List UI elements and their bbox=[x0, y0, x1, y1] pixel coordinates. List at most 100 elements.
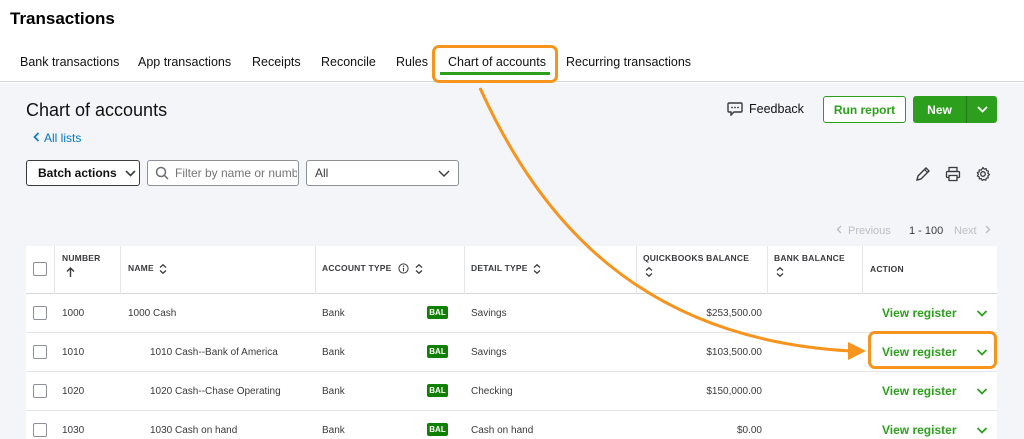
chevron-down-icon[interactable] bbox=[975, 306, 989, 320]
row-checkbox[interactable] bbox=[33, 306, 47, 320]
chevron-left-icon bbox=[33, 131, 40, 145]
chevron-down-icon[interactable] bbox=[975, 423, 989, 437]
table-header: NUMBER NAME ACCOUNT TYPE DETAIL TYPE QUI… bbox=[26, 246, 997, 294]
next-label: Next bbox=[954, 225, 977, 237]
qb-balance: $0.00 bbox=[736, 425, 762, 436]
all-lists-label: All lists bbox=[44, 131, 82, 145]
tab-recurring-transactions[interactable]: Recurring transactions bbox=[566, 55, 691, 69]
qb-balance: $253,500.00 bbox=[706, 308, 762, 319]
header-qb-balance[interactable]: QUICKBOOKS BALANCE bbox=[643, 252, 749, 281]
account-type-filter[interactable]: All bbox=[306, 160, 459, 186]
chevron-down-icon bbox=[125, 169, 136, 177]
account-type: Bank bbox=[322, 386, 345, 397]
new-button-label[interactable]: New bbox=[913, 96, 967, 123]
tab-app-transactions[interactable]: App transactions bbox=[138, 55, 231, 69]
feedback-label: Feedback bbox=[749, 102, 804, 116]
feedback-icon bbox=[727, 102, 743, 116]
sort-icon bbox=[533, 263, 541, 274]
column-divider bbox=[54, 246, 55, 294]
annotation-highlight-view-register bbox=[868, 331, 997, 369]
account-type: Bank bbox=[322, 347, 345, 358]
pagination-range: 1 - 100 bbox=[909, 225, 944, 237]
sort-icon bbox=[776, 266, 784, 278]
sort-icon bbox=[159, 263, 167, 274]
filter-input[interactable] bbox=[175, 166, 297, 180]
accounts-table: NUMBER NAME ACCOUNT TYPE DETAIL TYPE QUI… bbox=[26, 246, 997, 439]
header-detail-type[interactable]: DETAIL TYPE bbox=[471, 262, 541, 275]
tab-bank-transactions[interactable]: Bank transactions bbox=[20, 55, 119, 69]
pagination-next[interactable]: Next bbox=[954, 225, 991, 237]
sort-ascending-icon bbox=[66, 267, 75, 277]
previous-label: Previous bbox=[848, 225, 891, 237]
bal-badge: BAL bbox=[427, 306, 448, 319]
sort-icon bbox=[645, 266, 653, 278]
account-number: 1000 bbox=[62, 308, 85, 319]
tab-rules[interactable]: Rules bbox=[396, 55, 428, 69]
tab-reconcile[interactable]: Reconcile bbox=[321, 55, 376, 69]
bal-badge: BAL bbox=[427, 423, 448, 436]
row-checkbox[interactable] bbox=[33, 345, 47, 359]
account-number: 1010 bbox=[62, 347, 85, 358]
account-number: 1030 bbox=[62, 425, 85, 436]
gear-icon[interactable] bbox=[975, 166, 991, 182]
filter-search[interactable] bbox=[147, 160, 299, 186]
column-divider bbox=[120, 246, 121, 294]
table-row[interactable]: 1000 1000 Cash Bank BAL Savings $253,500… bbox=[26, 294, 997, 333]
chevron-left-icon bbox=[836, 225, 842, 234]
all-lists-link[interactable]: All lists bbox=[33, 131, 81, 145]
sort-icon bbox=[415, 263, 423, 274]
table-row[interactable]: 1010 1010 Cash--Bank of America Bank BAL… bbox=[26, 333, 997, 372]
header-number-label: NUMBER bbox=[62, 253, 101, 263]
header-name-label: NAME bbox=[128, 263, 154, 273]
header-name[interactable]: NAME bbox=[128, 262, 167, 275]
batch-actions-dropdown[interactable]: Batch actions bbox=[26, 160, 140, 186]
view-register-link[interactable]: View register bbox=[882, 423, 956, 437]
select-all-checkbox[interactable] bbox=[33, 262, 47, 276]
row-checkbox[interactable] bbox=[33, 384, 47, 398]
print-icon[interactable] bbox=[945, 166, 961, 182]
column-divider bbox=[767, 246, 768, 294]
header-action: ACTION bbox=[870, 264, 904, 274]
main-content: Chart of accounts All lists Feedback Run… bbox=[0, 83, 1024, 439]
chevron-down-icon[interactable] bbox=[967, 96, 997, 123]
page-title: Chart of accounts bbox=[26, 100, 168, 120]
chevron-down-icon[interactable] bbox=[975, 384, 989, 398]
view-register-link[interactable]: View register bbox=[882, 384, 956, 398]
column-divider bbox=[636, 246, 637, 294]
table-row[interactable]: 1030 1030 Cash on hand Bank BAL Cash on … bbox=[26, 411, 997, 439]
pagination-previous[interactable]: Previous bbox=[836, 225, 891, 237]
column-divider bbox=[315, 246, 316, 294]
annotation-highlight-tab bbox=[432, 45, 558, 83]
detail-type: Checking bbox=[471, 386, 513, 397]
view-register-link[interactable]: View register bbox=[882, 306, 956, 320]
qb-balance: $103,500.00 bbox=[706, 347, 762, 358]
bal-badge: BAL bbox=[427, 345, 448, 358]
tab-receipts[interactable]: Receipts bbox=[252, 55, 301, 69]
qb-balance: $150,000.00 bbox=[706, 386, 762, 397]
column-divider bbox=[862, 246, 863, 294]
feedback-button[interactable]: Feedback bbox=[727, 102, 804, 116]
info-icon[interactable] bbox=[398, 263, 409, 274]
account-type-filter-value: All bbox=[315, 166, 329, 180]
run-report-button[interactable]: Run report bbox=[823, 96, 906, 123]
detail-type: Cash on hand bbox=[471, 425, 534, 436]
header-number[interactable]: NUMBER bbox=[62, 252, 101, 282]
search-icon bbox=[155, 166, 169, 180]
chevron-right-icon bbox=[985, 225, 991, 234]
row-checkbox[interactable] bbox=[33, 423, 47, 437]
header-account-type[interactable]: ACCOUNT TYPE bbox=[322, 262, 423, 275]
batch-actions-label: Batch actions bbox=[38, 166, 117, 180]
header-detail-type-label: DETAIL TYPE bbox=[471, 263, 528, 273]
account-number: 1020 bbox=[62, 386, 85, 397]
account-type: Bank bbox=[322, 425, 345, 436]
pencil-icon[interactable] bbox=[915, 166, 931, 182]
account-name: 1020 Cash--Chase Operating bbox=[150, 386, 281, 397]
table-row[interactable]: 1020 1020 Cash--Chase Operating Bank BAL… bbox=[26, 372, 997, 411]
header-bank-balance[interactable]: BANK BALANCE bbox=[774, 252, 845, 281]
chevron-down-icon bbox=[438, 170, 450, 177]
bal-badge: BAL bbox=[427, 384, 448, 397]
header-qb-balance-label: QUICKBOOKS BALANCE bbox=[643, 253, 750, 263]
new-button[interactable]: New bbox=[913, 96, 997, 123]
app-title: Transactions bbox=[10, 9, 115, 28]
account-name: 1030 Cash on hand bbox=[150, 425, 238, 436]
